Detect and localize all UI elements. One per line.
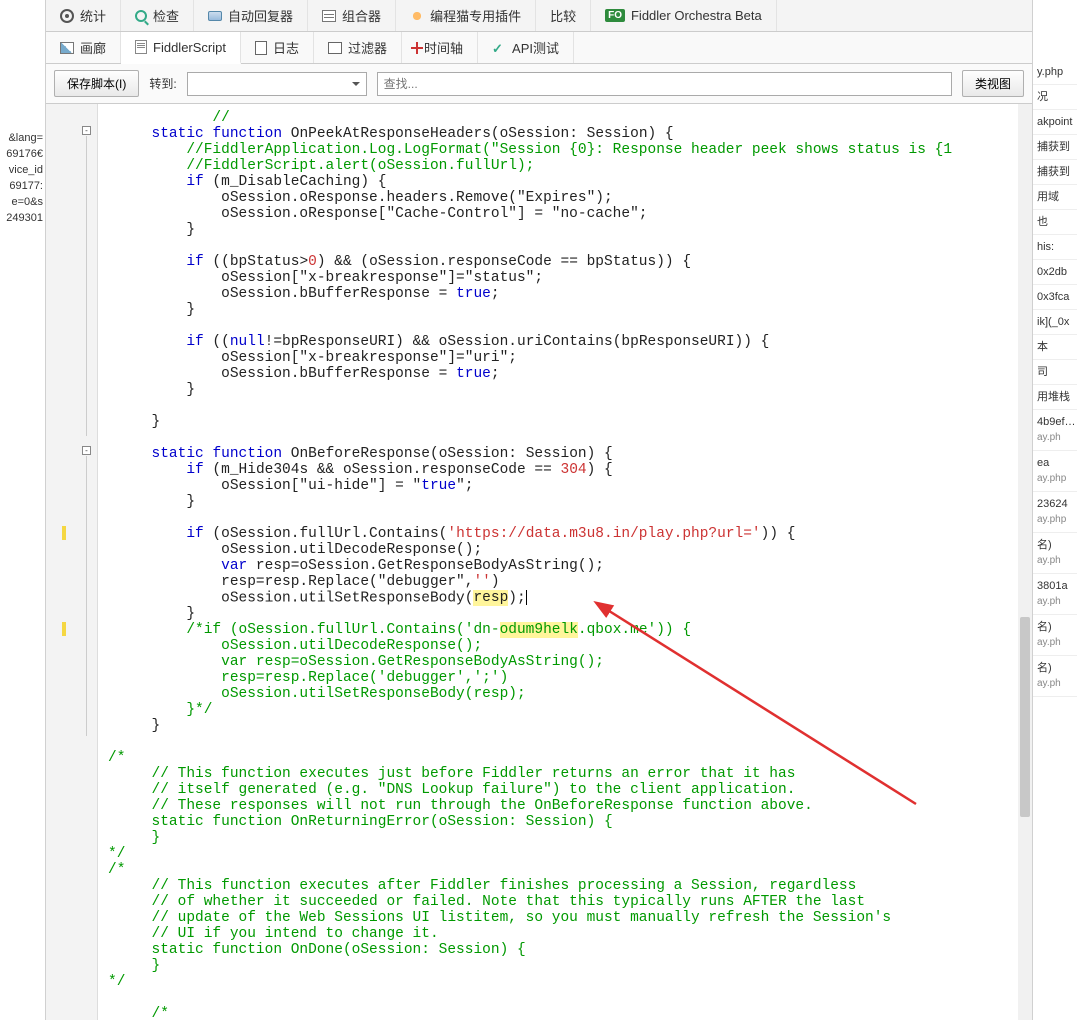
script-icon bbox=[135, 40, 147, 54]
tab-label: Fiddler Orchestra Beta bbox=[631, 8, 762, 23]
tab-stats[interactable]: 统计 bbox=[46, 0, 121, 31]
fold-toggle[interactable]: - bbox=[82, 126, 91, 135]
tab-label: 过滤器 bbox=[348, 38, 387, 57]
right-fragment: 名)ay.ph bbox=[1033, 656, 1077, 697]
right-fragment: 4b9ef…ay.ph bbox=[1033, 410, 1077, 451]
right-fragment: his: bbox=[1033, 235, 1077, 260]
scrollbar-thumb[interactable] bbox=[1020, 617, 1030, 817]
tab-label: 画廊 bbox=[80, 38, 106, 57]
fiddlerscript-panel: 统计 检查 自动回复器 组合器 编程猫专用插件 比较 FO bbox=[46, 0, 1033, 1020]
fo-badge-icon: FO bbox=[605, 9, 625, 22]
tab-log[interactable]: 日志 bbox=[241, 32, 314, 63]
tab-codemao-plugin[interactable]: 编程猫专用插件 bbox=[396, 0, 536, 31]
fold-line bbox=[86, 136, 87, 436]
goto-label: 转到: bbox=[149, 75, 176, 92]
filter-icon bbox=[328, 42, 342, 54]
stats-icon bbox=[60, 9, 74, 23]
classview-button[interactable]: 类视图 bbox=[962, 70, 1024, 97]
composer-icon bbox=[322, 10, 336, 22]
left-sessions-strip: &lang=69176€vice_id69177:e=0&s249301 bbox=[0, 0, 46, 1020]
right-fragment: 司 bbox=[1033, 360, 1077, 385]
left-fragment: e=0&s bbox=[0, 194, 45, 210]
find-input[interactable] bbox=[377, 72, 952, 96]
autoresponder-icon bbox=[208, 11, 222, 21]
tab-compare[interactable]: 比较 bbox=[536, 0, 591, 31]
right-fragment: 23624ay.php bbox=[1033, 492, 1077, 533]
codemao-icon bbox=[410, 9, 424, 23]
left-fragment: 69177: bbox=[0, 178, 45, 194]
tab-label: 检查 bbox=[153, 6, 179, 25]
tab-gallery[interactable]: 画廊 bbox=[46, 32, 121, 63]
lower-tabs: 画廊 FiddlerScript 日志 过滤器 时间轴 API测试 bbox=[46, 32, 1032, 64]
tab-label: 比较 bbox=[550, 6, 576, 25]
left-fragment: &lang= bbox=[0, 130, 45, 146]
save-script-button[interactable]: 保存脚本(I) bbox=[54, 70, 139, 97]
tab-composer[interactable]: 组合器 bbox=[308, 0, 396, 31]
right-fragment: ik](_0x bbox=[1033, 310, 1077, 335]
right-fragment: 捕获到 bbox=[1033, 160, 1077, 185]
fold-toggle[interactable]: - bbox=[82, 446, 91, 455]
right-fragment: 0x3fca bbox=[1033, 285, 1077, 310]
right-fragment: 用域 bbox=[1033, 185, 1077, 210]
tab-label: 编程猫专用插件 bbox=[430, 6, 521, 25]
tab-label: 组合器 bbox=[342, 6, 381, 25]
right-fragment: 本 bbox=[1033, 335, 1077, 360]
tab-autoresponder[interactable]: 自动回复器 bbox=[194, 0, 308, 31]
timeline-icon bbox=[416, 42, 418, 54]
goto-combo[interactable] bbox=[187, 72, 367, 96]
log-icon bbox=[255, 41, 267, 55]
right-fragment: 名)ay.ph bbox=[1033, 615, 1077, 656]
right-fragment: eaay.php bbox=[1033, 451, 1077, 492]
tab-label: 时间轴 bbox=[424, 38, 463, 57]
apitest-icon bbox=[492, 41, 506, 55]
right-fragment: 3801aay.ph bbox=[1033, 574, 1077, 615]
code-editor[interactable]: - - // static function OnPeekAtResponseH… bbox=[46, 104, 1032, 1020]
right-fragment: akpoint bbox=[1033, 110, 1077, 135]
right-devtools-strip: y.php况akpoint捕获到捕获到用域也his:0x2db0x3fcaik]… bbox=[1033, 0, 1077, 1020]
change-marker bbox=[62, 526, 66, 540]
change-marker bbox=[62, 622, 66, 636]
tab-label: 自动回复器 bbox=[228, 6, 293, 25]
fold-line bbox=[86, 456, 87, 736]
tab-inspect[interactable]: 检查 bbox=[121, 0, 194, 31]
right-fragment: y.php bbox=[1033, 60, 1077, 85]
left-fragment: 69176€ bbox=[0, 146, 45, 162]
right-fragment: 况 bbox=[1033, 85, 1077, 110]
left-fragment: vice_id bbox=[0, 162, 45, 178]
tab-label: FiddlerScript bbox=[153, 40, 226, 55]
inspect-icon bbox=[135, 10, 147, 22]
tab-orchestra[interactable]: FO Fiddler Orchestra Beta bbox=[591, 0, 777, 31]
gallery-icon bbox=[60, 42, 74, 54]
tab-label: 日志 bbox=[273, 38, 299, 57]
right-fragment: 也 bbox=[1033, 210, 1077, 235]
tab-label: API测试 bbox=[512, 38, 559, 57]
gutter: - - bbox=[46, 104, 98, 1020]
right-fragment: 捕获到 bbox=[1033, 135, 1077, 160]
left-fragment: 249301 bbox=[0, 210, 45, 226]
tab-apitest[interactable]: API测试 bbox=[478, 32, 574, 63]
script-toolbar: 保存脚本(I) 转到: 类视图 bbox=[46, 64, 1032, 104]
tab-fiddlerscript[interactable]: FiddlerScript bbox=[121, 32, 241, 64]
code-text[interactable]: // static function OnPeekAtResponseHeade… bbox=[98, 104, 1018, 1020]
tab-label: 统计 bbox=[80, 6, 106, 25]
right-fragment: 名)ay.ph bbox=[1033, 533, 1077, 574]
right-fragment: 0x2db bbox=[1033, 260, 1077, 285]
upper-tabs: 统计 检查 自动回复器 组合器 编程猫专用插件 比较 FO bbox=[46, 0, 1032, 32]
tab-timeline[interactable]: 时间轴 bbox=[402, 32, 478, 63]
vertical-scrollbar[interactable] bbox=[1018, 104, 1032, 1020]
tab-filters[interactable]: 过滤器 bbox=[314, 32, 402, 63]
right-fragment: 用堆栈 bbox=[1033, 385, 1077, 410]
